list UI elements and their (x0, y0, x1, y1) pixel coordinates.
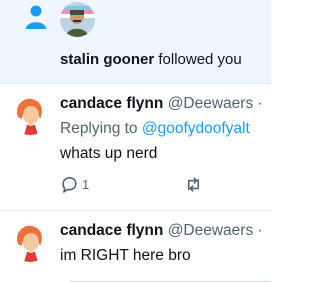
replying-prefix: Replying to (60, 120, 142, 137)
replying-to-mention[interactable]: @goofydoofyalt (142, 120, 250, 137)
tweet[interactable]: candace flynn @Deewaers · Replying to @g… (0, 84, 271, 210)
tweet-header: candace flynn @Deewaers · (60, 222, 263, 240)
retweet-icon (187, 177, 200, 192)
tweet-text: whats up nerd (60, 145, 158, 162)
header-separator: · (253, 95, 263, 112)
person-icon (26, 5, 46, 29)
follower-avatar[interactable] (60, 2, 95, 37)
author-handle[interactable]: @Deewaers (168, 222, 254, 239)
retweet-button[interactable] (184, 175, 203, 194)
tweet-text: im RIGHT here bro (60, 247, 191, 264)
replying-to-line: Replying to @goofydoofyalt (60, 120, 250, 138)
header-separator: · (253, 222, 263, 239)
author-avatar[interactable] (10, 95, 50, 135)
reply-icon (62, 176, 77, 193)
follow-action-text: followed you (154, 51, 242, 68)
tweet-header: candace flynn @Deewaers · (60, 95, 263, 113)
author-handle[interactable]: @Deewaers (168, 95, 254, 112)
follow-message: stalin gooner followed you (60, 51, 242, 68)
follow-notification[interactable]: stalin gooner followed you (0, 0, 271, 83)
author-display-name[interactable]: candace flynn (60, 95, 163, 112)
reply-button[interactable]: 1 (60, 175, 89, 194)
reply-count: 1 (82, 177, 90, 192)
author-display-name[interactable]: candace flynn (60, 222, 163, 239)
author-avatar[interactable] (10, 222, 50, 262)
tweet[interactable]: candace flynn @Deewaers · im RIGHT here … (0, 211, 271, 282)
follower-name[interactable]: stalin gooner (60, 51, 154, 68)
